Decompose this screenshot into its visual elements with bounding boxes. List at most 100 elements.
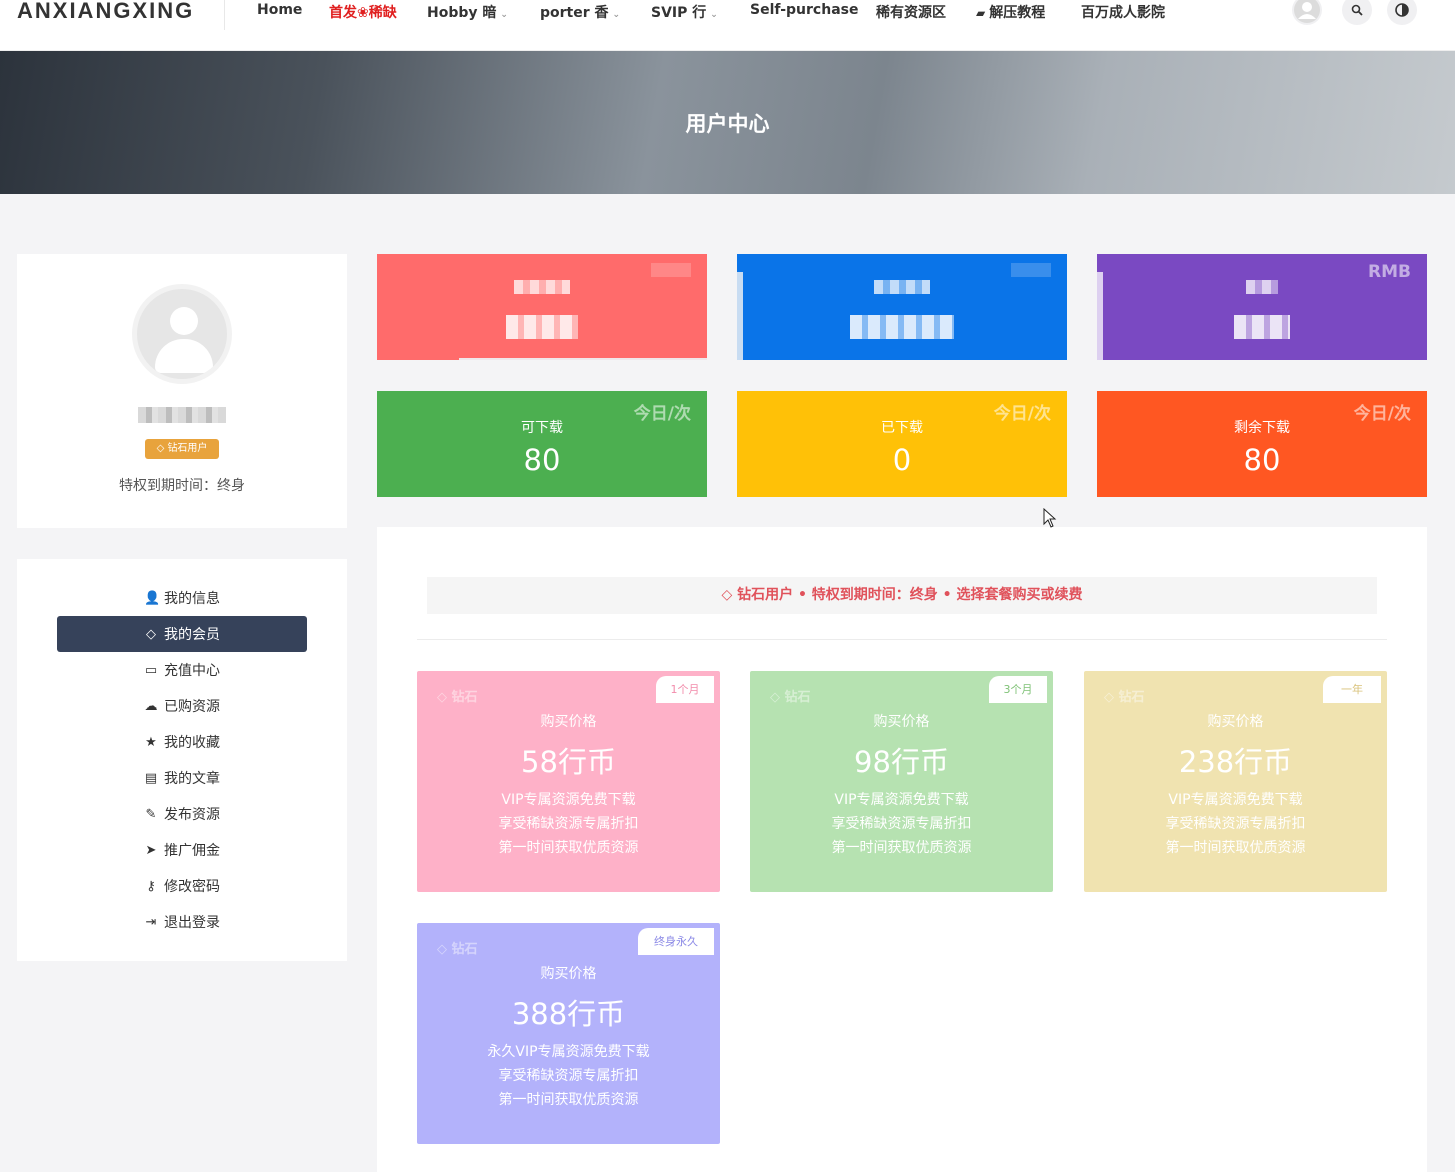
redacted-block xyxy=(1246,280,1278,294)
search-button[interactable] xyxy=(1342,0,1372,25)
vip-badge: ◇ 钻石用户 xyxy=(145,439,219,459)
menu-item-10[interactable]: ⇥ 退出登录 xyxy=(57,904,307,940)
nav-item-porter[interactable]: porter 香 ⌄ xyxy=(540,2,620,22)
redacted-block xyxy=(1234,315,1290,339)
membership-panel: ◇ 钻石用户 • 特权到期时间：终身 • 选择套餐购买或续费 ◇ 钻石 1个月 … xyxy=(377,527,1427,1172)
menu-item-label: 我的信息 xyxy=(164,591,220,607)
plan-card-1-year[interactable]: ◇ 钻石 一年 购买价格 238行币 VIP专属资源免费下载 享受稀缺资源专属折… xyxy=(1084,671,1387,892)
credit-card-icon: ▭ xyxy=(144,662,158,678)
stat-value-redacted xyxy=(737,312,1067,346)
nav-label: 百万成人影院 xyxy=(1081,5,1165,21)
menu-item-6[interactable]: ▤ 我的文章 xyxy=(57,760,307,796)
stat-card-coins xyxy=(377,254,707,360)
nav-item-first-release[interactable]: 首发❀稀缺 xyxy=(329,2,397,22)
stat-edge xyxy=(1097,272,1103,360)
stat-value-redacted xyxy=(1097,312,1427,346)
nav-item-hobby[interactable]: Hobby 暗 ⌄ xyxy=(427,2,508,22)
nav-item-rare-resources[interactable]: 稀有资源区 xyxy=(876,2,946,22)
redacted-block xyxy=(1011,263,1051,277)
menu-item-8[interactable]: ➤ 推广佣金 xyxy=(57,832,307,868)
stat-label-redacted xyxy=(377,280,707,298)
plan-price-label: 购买价格 xyxy=(1207,714,1264,730)
avatar-body xyxy=(155,339,213,373)
menu-item-label: 修改密码 xyxy=(164,879,220,895)
stat-value: 80 xyxy=(1243,443,1281,477)
plan-price-label: 购买价格 xyxy=(540,966,597,982)
plan-feature: 第一时间获取优质资源 xyxy=(1165,840,1306,856)
plan-gem: ◇ 钻石 xyxy=(770,690,811,705)
stat-corner-redacted xyxy=(651,262,691,282)
search-icon xyxy=(1351,4,1363,16)
folder-open-icon: ▰ xyxy=(976,6,986,20)
redacted-block xyxy=(138,407,226,423)
plan-price-label: 购买价格 xyxy=(873,714,930,730)
redacted-block xyxy=(850,315,954,339)
plan-price: 388行币 xyxy=(511,997,626,1031)
nav-item-cinema[interactable]: 百万成人影院 xyxy=(1081,2,1165,22)
menu-item-label: 我的文章 xyxy=(164,771,220,787)
stat-label: 可下载 xyxy=(521,420,563,436)
menu-item-label: 充值中心 xyxy=(164,663,220,679)
contrast-icon xyxy=(1395,3,1409,17)
plan-duration-tag: 一年 xyxy=(1323,676,1381,703)
nav-item-home[interactable]: Home xyxy=(257,2,302,18)
file-icon: ▤ xyxy=(144,770,158,786)
plan-price-label: 购买价格 xyxy=(540,714,597,730)
key-icon: ⚷ xyxy=(146,878,156,894)
theme-toggle-button[interactable] xyxy=(1387,0,1417,25)
nav-item-self-purchase[interactable]: Self-purchase xyxy=(750,2,858,18)
stat-edge xyxy=(737,272,743,360)
site-logo[interactable]: ANXIANGXING xyxy=(17,0,194,24)
menu-item-7[interactable]: ✎ 发布资源 xyxy=(57,796,307,832)
nav-label: SVIP 行 xyxy=(651,5,707,21)
stat-label: 剩余下载 xyxy=(1234,420,1290,436)
stat-label: 已下载 xyxy=(881,420,923,436)
menu-item-9[interactable]: ⚷ 修改密码 xyxy=(57,868,307,904)
plan-card-1-month[interactable]: ◇ 钻石 1个月 购买价格 58行币 VIP专属资源免费下载 享受稀缺资源专属折… xyxy=(417,671,720,892)
user-icon: 👤 xyxy=(144,590,161,606)
plan-feature: 永久VIP专属资源免费下载 xyxy=(487,1044,650,1060)
chevron-down-icon: ⌄ xyxy=(710,10,718,20)
plan-feature: 享受稀缺资源专属折扣 xyxy=(1165,816,1306,832)
menu-item-5[interactable]: ★ 我的收藏 xyxy=(57,724,307,760)
page-banner: 用户中心 xyxy=(0,51,1455,194)
user-menu: 👤 我的信息 ◇ 我的会员 ▭ 充值中心 ☁ 已购资源 ★ 我的收藏 ▤ 我的文章 ✎ 发布资源 ➤ 推广佣金… xyxy=(17,559,347,961)
top-navbar: ANXIANGXING Home 首发❀稀缺 Hobby 暗 ⌄ porter 香… xyxy=(0,0,1455,51)
menu-item-2[interactable]: ◇ 我的会员 xyxy=(57,616,307,652)
stat-corner-redacted xyxy=(1011,262,1051,282)
stat-card-downloaded: 今日/次 已下载 0 xyxy=(737,391,1067,497)
diamond-icon: ◇ xyxy=(146,626,156,642)
menu-item-1[interactable]: 👤 我的信息 xyxy=(57,580,307,616)
nav-label: 首发❀稀缺 xyxy=(329,5,397,21)
redacted-block xyxy=(514,280,570,294)
privilege-expire: 特权到期时间：终身 xyxy=(119,478,245,494)
user-avatar-button[interactable] xyxy=(1292,0,1322,25)
menu-item-label: 推广佣金 xyxy=(164,843,220,859)
vip-badge-label: 钻石用户 xyxy=(167,443,208,454)
avatar[interactable] xyxy=(132,284,232,384)
nav-label: 稀有资源区 xyxy=(876,5,946,21)
plan-card-3-months[interactable]: ◇ 钻石 3个月 购买价格 98行币 VIP专属资源免费下载 享受稀缺资源专属折… xyxy=(750,671,1053,892)
username-redacted xyxy=(17,407,347,427)
redacted-block xyxy=(874,280,930,294)
membership-notice: ◇ 钻石用户 • 特权到期时间：终身 • 选择套餐购买或续费 xyxy=(427,577,1377,614)
stat-value-redacted xyxy=(377,312,707,346)
menu-item-label: 退出登录 xyxy=(164,915,220,931)
plan-feature: 第一时间获取优质资源 xyxy=(498,840,639,856)
menu-item-4[interactable]: ☁ 已购资源 xyxy=(57,688,307,724)
plan-feature: VIP专属资源免费下载 xyxy=(1168,792,1303,808)
paper-plane-icon: ➤ xyxy=(145,842,157,858)
plan-feature: VIP专属资源免费下载 xyxy=(501,792,636,808)
plan-price: 238行币 xyxy=(1178,745,1293,779)
nav-item-svip[interactable]: SVIP 行 ⌄ xyxy=(651,2,718,22)
plan-feature: 第一时间获取优质资源 xyxy=(831,840,972,856)
plan-feature: 享受稀缺资源专属折扣 xyxy=(498,816,639,832)
stat-underline xyxy=(459,358,707,360)
sign-out-icon: ⇥ xyxy=(145,914,157,930)
nav-label: porter 香 xyxy=(540,5,609,21)
star-icon: ★ xyxy=(145,734,157,750)
plan-price: 58行币 xyxy=(521,745,616,779)
menu-item-3[interactable]: ▭ 充值中心 xyxy=(57,652,307,688)
nav-item-tutorial[interactable]: ▰ 解压教程 xyxy=(976,2,1045,22)
plan-card-lifetime[interactable]: ◇ 钻石 终身永久 购买价格 388行币 永久VIP专属资源免费下载 享受稀缺资… xyxy=(417,923,720,1144)
